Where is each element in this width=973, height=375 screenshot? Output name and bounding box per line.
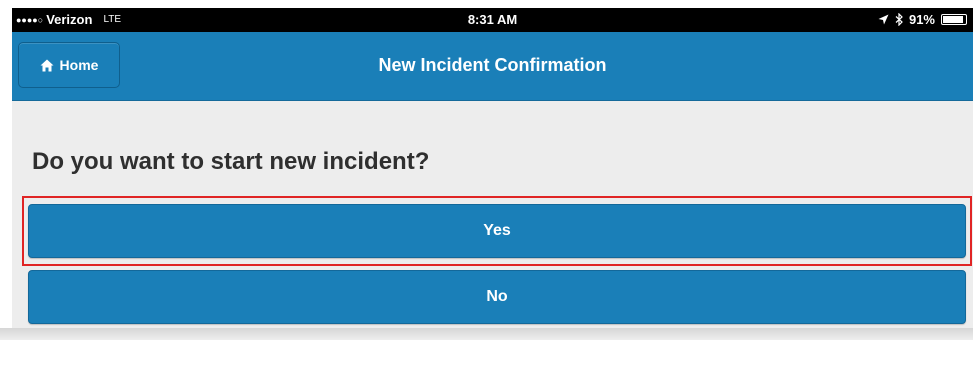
confirmation-question: Do you want to start new incident?: [32, 148, 430, 175]
bluetooth-icon: [895, 13, 903, 26]
battery-percent: 91%: [908, 12, 935, 27]
status-bar: ●●●●○ Verizon LTE 8:31 AM 91%: [12, 8, 973, 32]
app-screen: ●●●●○ Verizon LTE 8:31 AM 91% Home New I…: [12, 8, 973, 328]
battery-icon: [941, 14, 967, 25]
status-time: 8:31 AM: [467, 12, 518, 27]
page-title: New Incident Confirmation: [378, 55, 607, 75]
status-right: 91%: [878, 12, 967, 27]
no-button[interactable]: No: [28, 270, 966, 324]
yes-button-label: Yes: [483, 222, 511, 239]
no-button-label: No: [486, 288, 508, 305]
yes-button[interactable]: Yes: [28, 204, 966, 258]
location-icon: [878, 14, 889, 25]
navigation-bar: Home New Incident Confirmation: [12, 32, 973, 101]
bottom-shadow: [0, 328, 973, 340]
battery-fill: [943, 16, 964, 23]
